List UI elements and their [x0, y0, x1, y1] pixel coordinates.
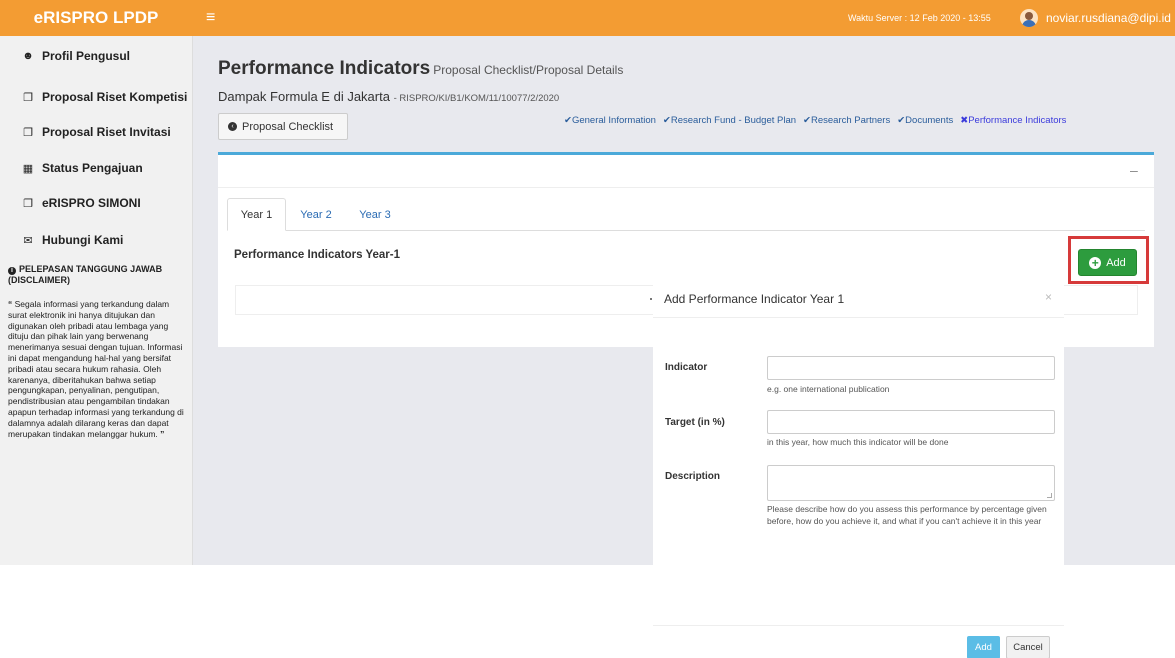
modal-footer-divider: [653, 625, 1064, 626]
avatar[interactable]: [1020, 9, 1038, 27]
disclaimer-title: i PELEPASAN TANGGUNG JAWAB (DISCLAIMER): [8, 264, 163, 285]
modal-cancel-button[interactable]: Cancel: [1006, 636, 1050, 658]
step-research-fund[interactable]: ✔Research Fund - Budget Plan: [663, 115, 796, 126]
user-menu[interactable]: noviar.rusdiana@dipi.id: [1046, 0, 1171, 36]
description-label: Description: [665, 471, 721, 482]
info-icon: i: [8, 267, 16, 275]
grid-icon: ▦: [22, 162, 34, 175]
step-documents[interactable]: ✔Documents: [897, 115, 953, 126]
description-help: Please describe how do you assess this p…: [767, 504, 1047, 526]
sidebar-item-proposal-riset-kompetisi[interactable]: ❐ Proposal Riset Kompetisi: [0, 77, 193, 117]
close-icon[interactable]: ×: [1045, 290, 1052, 304]
hamburger-icon[interactable]: ≡: [206, 0, 215, 36]
modal-marker: [650, 298, 652, 300]
proposal-title: Dampak Formula E di Jakarta - RISPRO/KI/…: [218, 89, 560, 104]
indicator-field[interactable]: [767, 356, 1055, 380]
step-nav: ✔General Information ✔Research Fund - Bud…: [564, 115, 1066, 126]
step-research-partners[interactable]: ✔Research Partners: [803, 115, 890, 126]
resize-handle-icon[interactable]: [1047, 493, 1052, 498]
app-brand[interactable]: eRISPRO LPDP: [0, 0, 192, 36]
modal-add-button[interactable]: Add: [967, 636, 1000, 658]
indicator-label: Indicator: [665, 362, 708, 373]
chevron-left-icon: ‹: [228, 122, 237, 131]
collapse-icon[interactable]: –: [1130, 162, 1138, 178]
copy-icon: ❐: [23, 126, 33, 139]
target-field[interactable]: [767, 410, 1055, 434]
envelope-icon: ✉: [23, 234, 33, 247]
quote-close-icon: ”: [160, 428, 165, 439]
sidebar-item-proposal-riset-invitasi[interactable]: ❐ Proposal Riset Invitasi: [0, 112, 193, 152]
sidebar-item-hubungi-kami[interactable]: ✉ Hubungi Kami: [0, 220, 193, 260]
top-navbar: eRISPRO LPDP ≡ Waktu Server : 12 Feb 202…: [0, 0, 1175, 36]
quote-open-icon: “: [8, 299, 13, 309]
panel-divider: [218, 187, 1154, 188]
breadcrumb: Proposal Checklist/Proposal Details: [433, 63, 624, 77]
disclaimer-text: “ Segala informasi yang terkandung dalam…: [8, 299, 184, 439]
sidebar-item-label: eRISPRO SIMONI: [42, 196, 141, 210]
copy-icon: ❐: [23, 91, 33, 104]
sidebar-item-status-pengajuan[interactable]: ▦ Status Pengajuan: [0, 148, 193, 188]
description-field[interactable]: [767, 465, 1055, 501]
sidebar-item-label: Proposal Riset Invitasi: [42, 125, 171, 139]
step-performance-indicators[interactable]: ✖Performance Indicators: [960, 115, 1066, 126]
copy-icon: ❐: [23, 197, 33, 210]
plus-circle-icon: +: [1089, 256, 1102, 269]
target-label: Target (in %): [665, 417, 725, 428]
server-time: Waktu Server : 12 Feb 2020 - 13:55: [848, 13, 991, 23]
proposal-code: - RISPRO/KI/B1/KOM/11/10077/2/2020: [393, 93, 560, 104]
page-title: Performance Indicators Proposal Checklist…: [218, 58, 624, 79]
section-heading: Performance Indicators Year-1: [234, 249, 400, 261]
sidebar-item-profil-pengusul[interactable]: ☻ Profil Pengusul: [0, 36, 193, 76]
target-help: in this year, how much this indicator wi…: [767, 437, 949, 447]
sidebar-item-label: Status Pengajuan: [42, 161, 143, 175]
sidebar-item-label: Proposal Riset Kompetisi: [42, 90, 188, 104]
tab-year-2[interactable]: Year 2: [291, 198, 341, 231]
proposal-checklist-button[interactable]: ‹ Proposal Checklist: [218, 113, 348, 140]
indicator-help: e.g. one international publication: [767, 384, 890, 394]
add-indicator-button[interactable]: + Add: [1078, 249, 1137, 276]
step-general-information[interactable]: ✔General Information: [564, 115, 656, 126]
modal-title: Add Performance Indicator Year 1: [664, 292, 845, 306]
sidebar-item-label: Hubungi Kami: [42, 233, 124, 247]
sidebar-item-erispro-simoni[interactable]: ❐ eRISPRO SIMONI: [0, 183, 193, 223]
tab-year-1[interactable]: Year 1: [227, 198, 286, 231]
tab-year-3[interactable]: Year 3: [350, 198, 400, 231]
sidebar-item-label: Profil Pengusul: [42, 49, 131, 63]
users-icon: ☻: [22, 50, 34, 62]
